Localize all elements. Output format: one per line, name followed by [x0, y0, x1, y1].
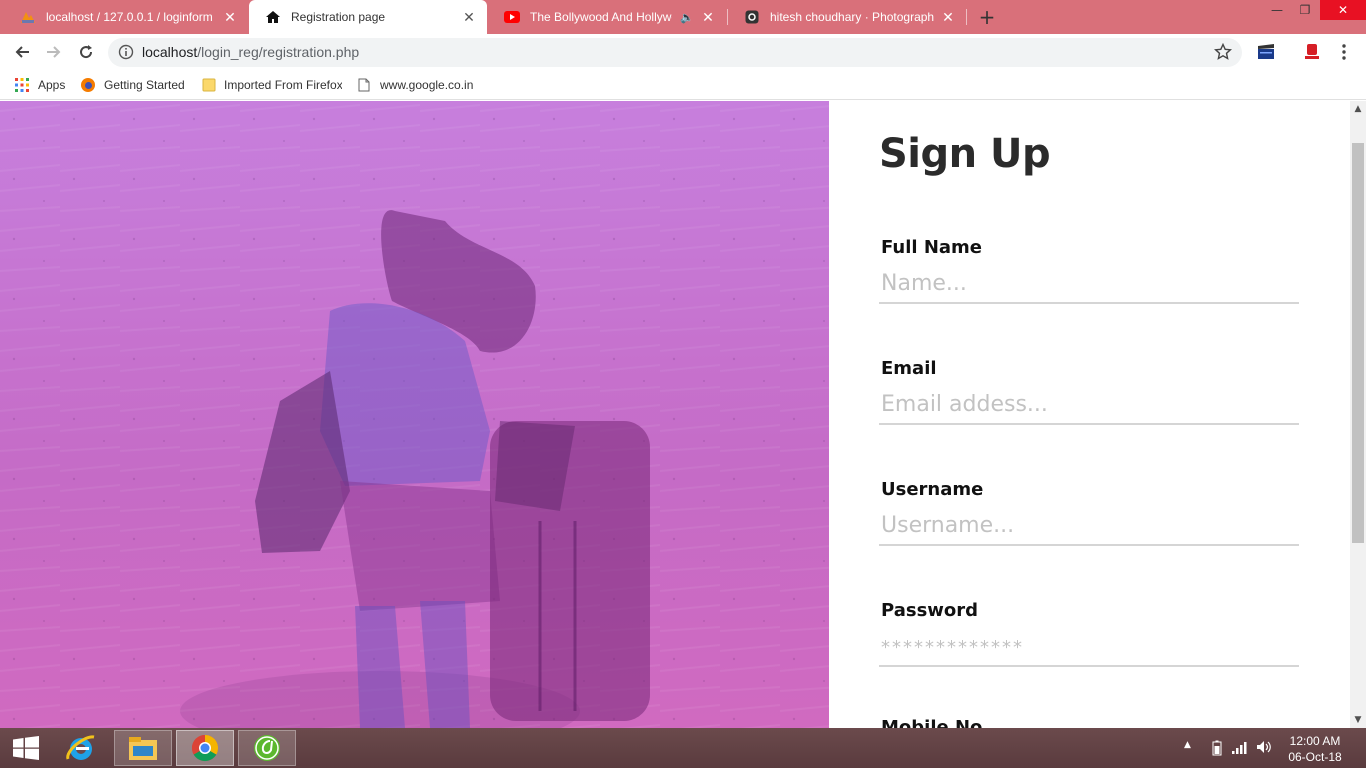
password-field: Password	[879, 600, 1299, 667]
tab-strip: localhost / 127.0.0.1 / loginform ✕ Regi…	[0, 0, 1366, 34]
bookmark-label: Apps	[38, 78, 66, 92]
url-host: localhost	[142, 44, 198, 60]
tab-title: The Bollywood And Hollywood	[530, 10, 672, 24]
restore-icon[interactable]: ❐	[1290, 0, 1320, 20]
tab-instagram[interactable]: hitesh choudhary · Photography ✕	[728, 0, 966, 34]
speaker-icon[interactable]: 🔈	[680, 11, 694, 24]
extension-icon[interactable]	[1302, 42, 1322, 62]
tab-youtube[interactable]: The Bollywood And Hollywood 🔈 ✕	[488, 0, 726, 34]
instagram-icon	[744, 9, 760, 25]
clock-time: 12:00 AM	[1289, 734, 1341, 748]
system-clock[interactable]: 12:00 AM 06-Oct-18	[1280, 733, 1350, 765]
bookmark-label: www.google.co.in	[380, 78, 474, 92]
firefox-icon	[80, 77, 96, 93]
address-bar[interactable]: localhost/login_reg/registration.php	[108, 38, 1242, 67]
forward-icon[interactable]	[42, 40, 66, 64]
bookmark-google[interactable]: www.google.co.in	[356, 77, 473, 93]
page-scrollbar[interactable]: ▲ ▼	[1350, 101, 1366, 728]
email-label: Email	[881, 358, 937, 379]
file-explorer-icon[interactable]	[114, 730, 172, 766]
tab-registration[interactable]: Registration page ✕	[249, 0, 487, 34]
scrollbar-thumb[interactable]	[1352, 143, 1364, 543]
minimize-icon[interactable]: —	[1262, 0, 1292, 20]
tab-title: hitesh choudhary · Photography	[770, 10, 934, 24]
email-field: Email	[879, 358, 1299, 425]
youtube-icon	[504, 9, 520, 25]
tab-phpmyadmin[interactable]: localhost / 127.0.0.1 / loginform ✕	[4, 0, 248, 34]
bookmark-imported-firefox[interactable]: Imported From Firefox	[202, 77, 342, 93]
info-icon[interactable]	[118, 44, 134, 64]
scroll-down-icon[interactable]: ▼	[1350, 712, 1366, 728]
url-path: /login_reg/registration.php	[197, 44, 360, 60]
menu-icon[interactable]	[1334, 42, 1354, 62]
bookmark-star-icon[interactable]	[1213, 42, 1233, 65]
username-label: Username	[881, 479, 984, 500]
username-field: Username	[879, 479, 1299, 546]
dreamweaver-icon[interactable]	[238, 730, 296, 766]
page-icon	[356, 77, 372, 93]
tab-divider	[966, 9, 967, 25]
email-input[interactable]	[879, 385, 1299, 425]
internet-explorer-icon[interactable]	[52, 730, 110, 766]
new-tab-button[interactable]: +	[976, 6, 998, 28]
browser-toolbar: localhost/login_reg/registration.php	[0, 34, 1366, 70]
close-icon[interactable]: ✕	[700, 9, 716, 26]
full-name-field: Full Name	[879, 237, 1299, 304]
page-viewport: Sign Up Full Name Email Username Passwor…	[0, 101, 1350, 728]
bookmark-apps[interactable]: Apps	[14, 77, 65, 93]
close-icon[interactable]: ✕	[461, 9, 477, 26]
back-icon[interactable]	[10, 40, 34, 64]
mobile-label-partial: Mobile No	[881, 717, 983, 728]
full-name-label: Full Name	[881, 237, 982, 258]
bookmarks-bar: Apps Getting Started Imported From Firef…	[0, 70, 1366, 100]
username-input[interactable]	[879, 506, 1299, 546]
clapperboard-icon[interactable]	[1256, 42, 1276, 62]
phpmyadmin-icon	[20, 9, 36, 25]
full-name-input[interactable]	[879, 264, 1299, 304]
traveler-illustration	[0, 101, 829, 728]
close-icon[interactable]: ✕	[940, 9, 956, 26]
page-title: Sign Up	[879, 131, 1051, 177]
url-text: localhost/login_reg/registration.php	[142, 44, 359, 60]
hero-image	[0, 101, 829, 728]
password-label: Password	[881, 600, 979, 621]
tab-title: Registration page	[291, 10, 386, 24]
chrome-icon[interactable]	[176, 730, 234, 766]
bookmark-label: Imported From Firefox	[224, 78, 342, 92]
windows-taskbar: ▲ 12:00 AM 06-Oct-18	[0, 728, 1366, 768]
signup-panel: Sign Up Full Name Email Username Passwor…	[829, 101, 1350, 728]
apps-grid-icon	[14, 77, 30, 93]
password-input[interactable]	[879, 627, 1299, 667]
tray-overflow-icon[interactable]: ▲	[1184, 740, 1191, 750]
close-icon[interactable]: ✕	[222, 9, 238, 26]
tab-title: localhost / 127.0.0.1 / loginform	[46, 10, 213, 24]
bookmark-getting-started[interactable]: Getting Started	[80, 77, 185, 93]
clock-date: 06-Oct-18	[1288, 750, 1342, 764]
network-signal-icon[interactable]	[1232, 740, 1248, 754]
battery-icon[interactable]	[1212, 740, 1222, 756]
home-icon	[265, 9, 281, 25]
window-close-icon[interactable]: ✕	[1320, 0, 1366, 20]
volume-icon[interactable]	[1256, 740, 1272, 754]
scroll-up-icon[interactable]: ▲	[1350, 101, 1366, 117]
folder-icon	[202, 77, 216, 93]
reload-icon[interactable]	[74, 40, 98, 64]
windows-start-icon[interactable]	[6, 730, 46, 766]
bookmark-label: Getting Started	[104, 78, 185, 92]
